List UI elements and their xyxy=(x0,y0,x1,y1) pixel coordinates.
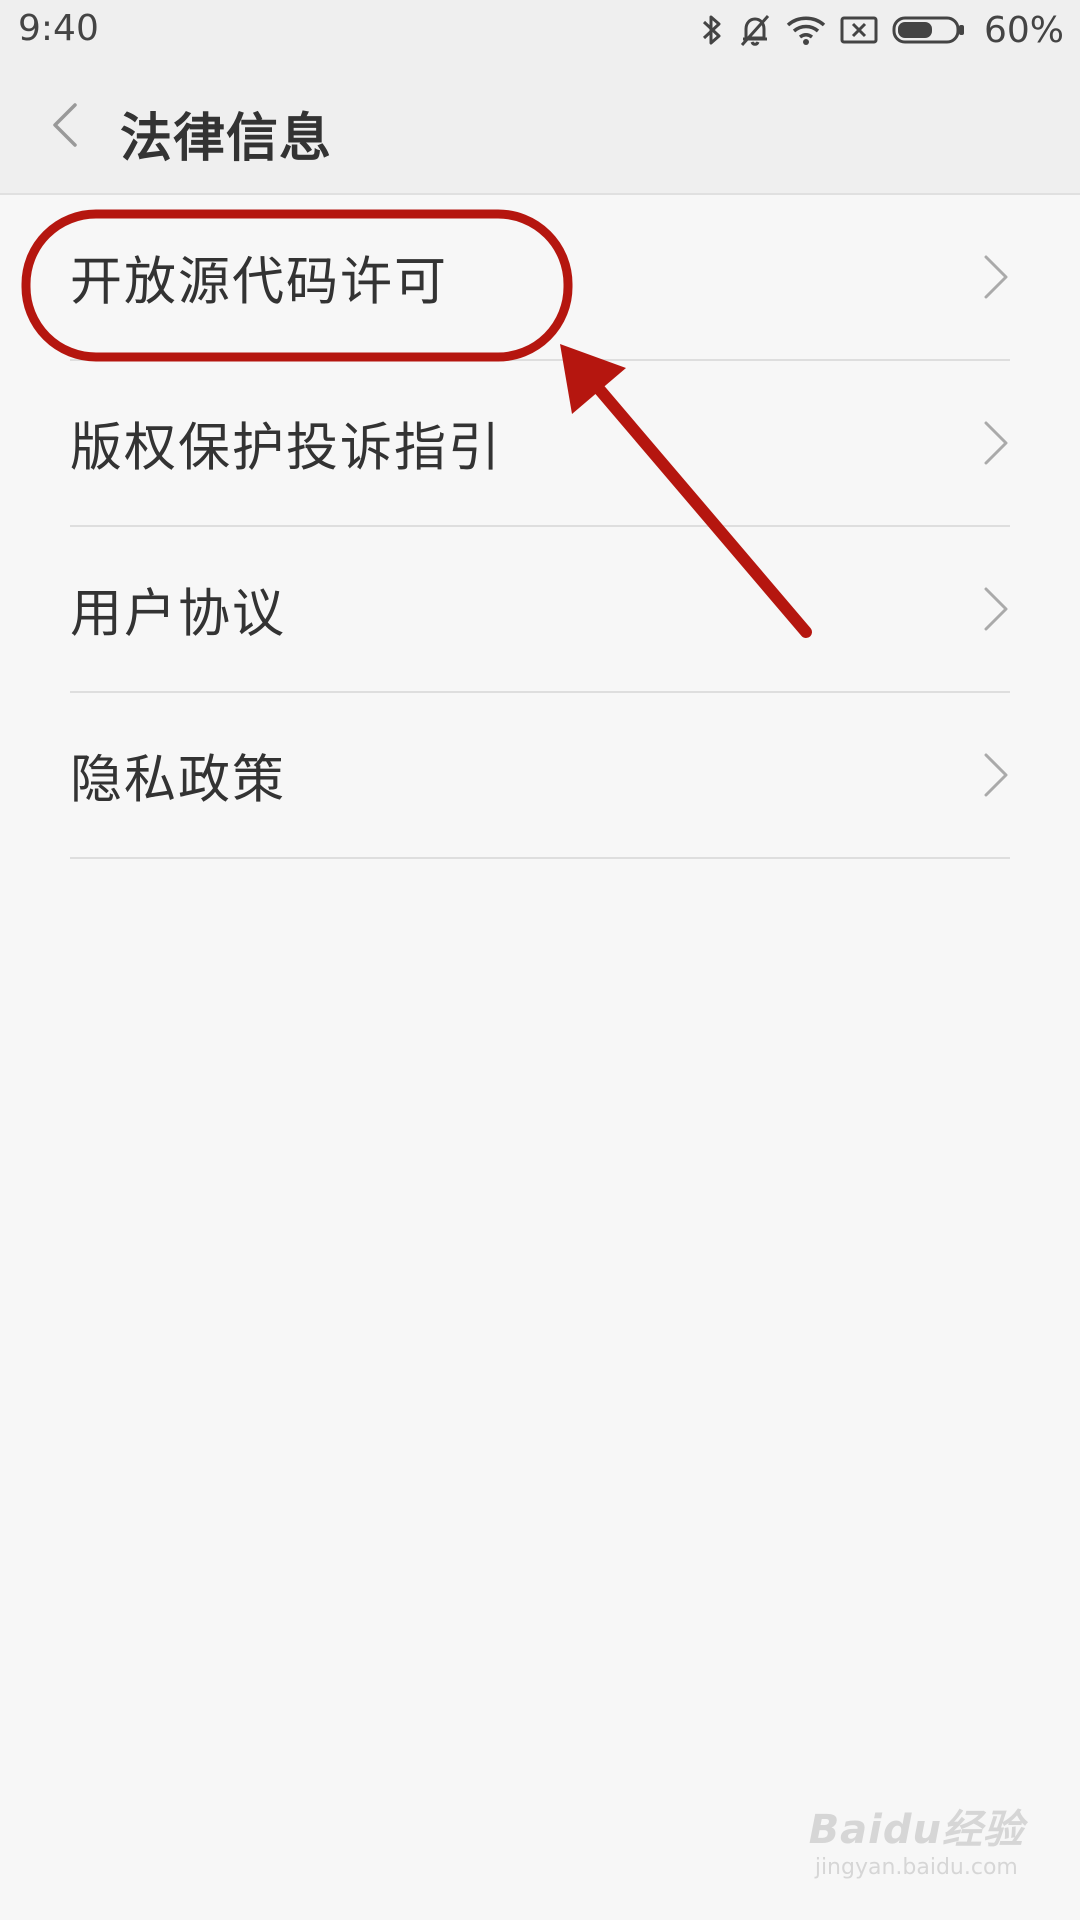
bluetooth-icon xyxy=(700,13,724,47)
watermark-logo: Baidu经验 xyxy=(808,1807,1024,1853)
list-item-label: 版权保护投诉指引 xyxy=(70,418,503,479)
sim-off-icon xyxy=(840,15,878,45)
chevron-left-icon xyxy=(53,103,77,147)
chevron-right-icon xyxy=(984,753,1008,797)
chevron-right-icon xyxy=(984,255,1008,299)
header: 法律信息 xyxy=(0,60,1080,195)
bell-off-icon xyxy=(738,13,772,47)
list-item-label: 用户协议 xyxy=(70,584,287,645)
legal-info-list: 开放源代码许可 版权保护投诉指引 用户协议 隐私政策 xyxy=(0,195,1080,859)
list-item-label: 开放源代码许可 xyxy=(70,252,449,313)
baidu-watermark: Baidu经验 jingyan.baidu.com xyxy=(809,1797,1024,1880)
status-bar: 9:40 60% xyxy=(0,0,1080,60)
list-item-label: 隐私政策 xyxy=(70,750,287,811)
chevron-right-icon xyxy=(984,587,1008,631)
wifi-icon xyxy=(786,13,826,47)
list-item-privacy-policy[interactable]: 隐私政策 xyxy=(70,693,1010,859)
watermark-url: jingyan.baidu.com xyxy=(814,1855,1018,1880)
status-time: 9:40 xyxy=(18,8,99,49)
page-title: 法律信息 xyxy=(120,109,333,169)
status-icons: 60% xyxy=(700,6,1064,54)
list-item-copyright-complaint-guide[interactable]: 版权保护投诉指引 xyxy=(70,361,1010,527)
battery-percent: 60% xyxy=(983,9,1064,51)
back-button[interactable] xyxy=(30,90,100,160)
battery-icon xyxy=(892,15,966,45)
list-item-open-source-license[interactable]: 开放源代码许可 xyxy=(70,195,1010,361)
screen: 9:40 60% 法律信息 开放源代码许可 版权保护投诉指引 用户协议 隐私政策… xyxy=(0,0,1080,1920)
list-item-user-agreement[interactable]: 用户协议 xyxy=(70,527,1010,693)
chevron-right-icon xyxy=(984,421,1008,465)
